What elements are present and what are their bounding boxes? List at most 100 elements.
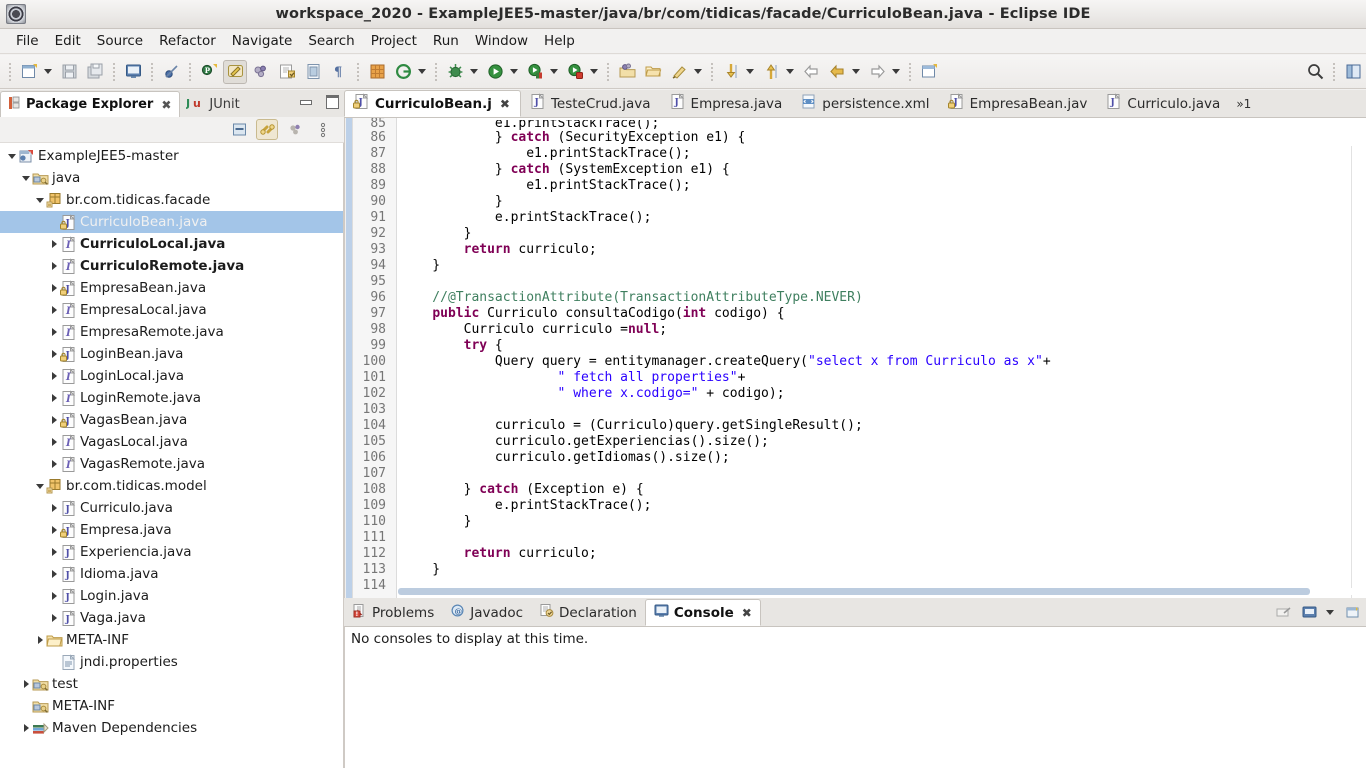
code-line[interactable]: return curriculo;	[397, 546, 1366, 562]
chevron-down-icon[interactable]	[34, 189, 46, 211]
editor-tab-persistence-xml[interactable]: persistence.xml	[792, 90, 939, 117]
code-line[interactable]: e1.printStackTrace();	[397, 120, 1366, 130]
code-line[interactable]: e.printStackTrace();	[397, 210, 1366, 226]
console-output[interactable]: No consoles to display at this time.	[344, 626, 1366, 768]
chevron-right-icon[interactable]	[48, 321, 60, 343]
forward-icon[interactable]	[825, 60, 849, 84]
tree-item-experiencia-java[interactable]: J Experiencia.java	[0, 541, 343, 563]
code-line[interactable]: Query query = entitymanager.createQuery(…	[397, 354, 1366, 370]
close-icon[interactable]: ✖	[161, 98, 171, 112]
display-selected-console-icon[interactable]	[1298, 602, 1320, 623]
pin-console-icon[interactable]	[1272, 602, 1294, 623]
link-with-editor-icon[interactable]	[256, 119, 278, 140]
tree-item-empresaremote-java[interactable]: I EmpresaRemote.java	[0, 321, 343, 343]
debug-icon[interactable]	[443, 60, 467, 84]
external-tools-icon[interactable]	[667, 60, 691, 84]
chevron-right-icon[interactable]	[20, 717, 32, 739]
code-line[interactable]: }	[397, 226, 1366, 242]
chevron-down-icon[interactable]	[6, 145, 18, 167]
console-menu-caret-icon[interactable]	[1324, 601, 1336, 623]
perspective-java-ee-icon[interactable]	[1341, 60, 1365, 84]
run-as-server-dropdown-caret-icon[interactable]	[548, 61, 560, 83]
previous-annotation-icon[interactable]	[759, 60, 783, 84]
code-line[interactable]: Curriculo curriculo =null;	[397, 322, 1366, 338]
chevron-right-icon[interactable]	[48, 255, 60, 277]
collapse-all-icon[interactable]	[228, 119, 250, 140]
code-line[interactable]: e1.printStackTrace();	[397, 178, 1366, 194]
code-line[interactable]	[397, 402, 1366, 418]
code-line[interactable]: return curriculo;	[397, 242, 1366, 258]
code-line[interactable]: } catch (Exception e) {	[397, 482, 1366, 498]
search-icon[interactable]	[1303, 60, 1327, 84]
chevron-down-icon[interactable]	[20, 167, 32, 189]
tree-item-maven-dependencies[interactable]: Maven Dependencies	[0, 717, 343, 739]
skip-all-breakpoints-icon[interactable]	[159, 60, 183, 84]
code-line[interactable]: } catch (SecurityException e1) {	[397, 130, 1366, 146]
chevron-right-icon[interactable]	[48, 453, 60, 475]
new-window-icon[interactable]	[917, 60, 941, 84]
code-line[interactable]: }	[397, 514, 1366, 530]
menu-refactor[interactable]: Refactor	[151, 31, 224, 51]
editor-vertical-scrollbar[interactable]	[1351, 146, 1366, 598]
next-annotation-dropdown-caret-icon[interactable]	[744, 61, 756, 83]
code-line[interactable]: curriculo.getExperiencias().size();	[397, 434, 1366, 450]
toggle-mark-occurrences-icon[interactable]	[223, 59, 247, 84]
open-type-icon[interactable]	[301, 60, 325, 84]
new-java-package-icon[interactable]	[275, 60, 299, 84]
next-edit-dropdown-caret-icon[interactable]	[890, 61, 902, 83]
external-tools-dropdown-caret-icon[interactable]	[692, 61, 704, 83]
code-line[interactable]: }	[397, 562, 1366, 578]
new-ejb-project-icon[interactable]	[365, 60, 389, 84]
tree-item-meta-inf[interactable]: META-INF	[0, 695, 343, 717]
tree-item-curriculoremote-java[interactable]: I CurriculoRemote.java	[0, 255, 343, 277]
bottom-tab-problems[interactable]: ! Problems	[344, 599, 442, 626]
menu-search[interactable]: Search	[300, 31, 362, 51]
chevron-right-icon[interactable]	[48, 585, 60, 607]
tab-junit[interactable]: Ju JUnit	[180, 91, 247, 117]
code-line[interactable]: try {	[397, 338, 1366, 354]
editor-tab-testecrud-java[interactable]: J TesteCrud.java	[521, 90, 661, 117]
new-wizard-icon[interactable]	[17, 60, 41, 84]
save-icon[interactable]	[57, 60, 81, 84]
tree-item-br-com-tidicas-model[interactable]: br.com.tidicas.model	[0, 475, 343, 497]
next-annotation-icon[interactable]	[719, 60, 743, 84]
open-web-browser-icon[interactable]	[391, 60, 415, 84]
code-line[interactable]: curriculo = (Curriculo)query.getSingleRe…	[397, 418, 1366, 434]
menu-edit[interactable]: Edit	[47, 31, 89, 51]
tree-item-idioma-java[interactable]: J Idioma.java	[0, 563, 343, 585]
close-icon[interactable]: ✖	[742, 606, 752, 620]
open-console-icon[interactable]	[121, 60, 145, 84]
tree-item-test[interactable]: test	[0, 673, 343, 695]
menu-project[interactable]: Project	[363, 31, 425, 51]
chevron-right-icon[interactable]	[48, 519, 60, 541]
chevron-right-icon[interactable]	[48, 299, 60, 321]
chevron-down-icon[interactable]	[34, 475, 46, 497]
chevron-right-icon[interactable]	[48, 541, 60, 563]
previous-annotation-dropdown-caret-icon[interactable]	[784, 61, 796, 83]
tree-item-meta-inf[interactable]: META-INF	[0, 629, 343, 651]
forward-dropdown-caret-icon[interactable]	[850, 61, 862, 83]
new-java-class-icon[interactable]	[615, 60, 639, 84]
tree-item-jndi-properties[interactable]: jndi.properties	[0, 651, 343, 673]
tree-item-empresabean-java[interactable]: J EmpresaBean.java	[0, 277, 343, 299]
code-line[interactable]: e.printStackTrace();	[397, 498, 1366, 514]
tree-item-vagaslocal-java[interactable]: I VagasLocal.java	[0, 431, 343, 453]
chevron-right-icon[interactable]	[48, 607, 60, 629]
editor-horizontal-scrollbar[interactable]	[398, 588, 1360, 595]
tree-item-curriculobean-java[interactable]: J CurriculoBean.java	[0, 211, 343, 233]
new-wizard-dropdown-caret-icon[interactable]	[42, 61, 54, 83]
tree-item-br-com-tidicas-facade[interactable]: br.com.tidicas.facade	[0, 189, 343, 211]
stop-server-icon[interactable]	[563, 60, 587, 84]
chevron-right-icon[interactable]	[34, 629, 46, 651]
new-jpa-entity-icon[interactable]: P	[197, 60, 221, 84]
maximize-view-button[interactable]	[324, 94, 340, 110]
show-whitespace-icon[interactable]: ¶	[327, 60, 351, 84]
editor-marker-bar[interactable]	[345, 118, 353, 598]
chevron-right-icon[interactable]	[48, 497, 60, 519]
debug-dropdown-caret-icon[interactable]	[468, 61, 480, 83]
bottom-tab-console[interactable]: Console ✖	[644, 599, 761, 626]
run-icon[interactable]	[483, 60, 507, 84]
tree-item-empresalocal-java[interactable]: I EmpresaLocal.java	[0, 299, 343, 321]
code-line[interactable]: " fetch all properties"+	[397, 370, 1366, 386]
scrollbar-thumb[interactable]	[398, 588, 1310, 595]
